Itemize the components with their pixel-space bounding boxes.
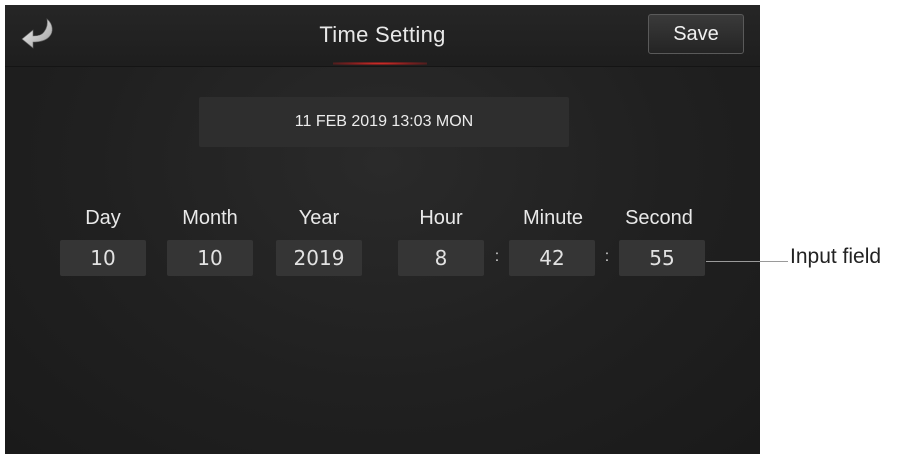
second-label: Second xyxy=(625,207,693,229)
month-label: Month xyxy=(182,207,238,229)
hour-label: Hour xyxy=(419,207,463,229)
minute-input[interactable]: 42 xyxy=(509,240,595,276)
page-title: Time Setting xyxy=(319,22,446,47)
title-accent-bar xyxy=(333,62,427,65)
year-label: Year xyxy=(298,207,340,229)
save-button[interactable]: Save xyxy=(648,14,744,54)
hour-input[interactable]: 8 xyxy=(398,240,484,276)
day-input[interactable]: 10 xyxy=(60,240,146,276)
second-input[interactable]: 55 xyxy=(619,240,705,276)
year-input[interactable]: 2019 xyxy=(276,240,362,276)
title-bar: Time Setting Save xyxy=(5,5,760,67)
callout-line xyxy=(706,261,788,262)
time-separator: : xyxy=(604,248,610,265)
month-input[interactable]: 10 xyxy=(167,240,253,276)
minute-label: Minute xyxy=(522,207,584,229)
callout-label: Input field xyxy=(790,245,882,268)
current-datetime-display: 11 FEB 2019 13:03 MON xyxy=(199,97,569,147)
time-separator: : xyxy=(494,248,500,265)
device-screen: Time Setting Save 11 FEB 2019 13:03 MON … xyxy=(5,5,760,454)
day-label: Day xyxy=(85,207,121,229)
